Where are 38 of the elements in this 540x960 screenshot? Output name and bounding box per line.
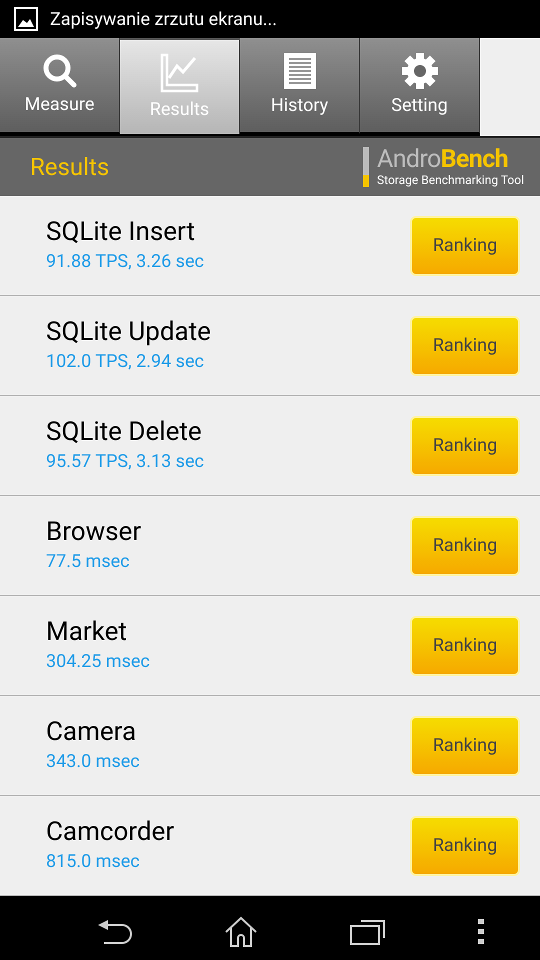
recent-apps-icon[interactable]: [350, 919, 386, 945]
ranking-button[interactable]: Ranking: [410, 616, 520, 676]
document-icon: [282, 52, 316, 90]
notification-text: Zapisywanie zrzutu ekranu...: [50, 8, 277, 32]
tab[interactable]: Measure: [0, 38, 120, 134]
test-name: Market: [46, 616, 128, 648]
ranking-button[interactable]: Ranking: [410, 816, 520, 876]
test-name: SQLite Delete: [46, 416, 203, 448]
home-icon[interactable]: [224, 916, 258, 948]
page-title: Results: [30, 152, 110, 183]
tab[interactable]: Setting: [360, 38, 480, 134]
test-result: 102.0 TPS, 2.94 sec: [46, 350, 205, 374]
logo-bar-icon: [363, 147, 370, 187]
image-icon: [14, 7, 38, 31]
settings-icon: [400, 52, 438, 90]
test-name: Camera: [46, 716, 138, 748]
search-icon: [42, 52, 78, 88]
ranking-button[interactable]: Ranking: [410, 516, 520, 576]
test-name: Browser: [46, 516, 142, 548]
ranking-button[interactable]: Ranking: [410, 316, 520, 376]
logo-text: AndroBench: [377, 147, 509, 172]
test-name: SQLite Insert: [46, 216, 196, 248]
test-result: 815.0 msec: [46, 850, 141, 874]
overflow-menu-icon[interactable]: [478, 919, 484, 945]
test-result: 77.5 msec: [46, 550, 131, 574]
line-chart-icon: [158, 52, 200, 94]
ranking-button[interactable]: Ranking: [410, 416, 520, 476]
test-name: Camcorder: [46, 816, 174, 848]
test-name: SQLite Update: [46, 316, 211, 348]
ranking-button[interactable]: Ranking: [410, 716, 520, 776]
back-icon[interactable]: [96, 919, 132, 945]
test-result: 95.57 TPS, 3.13 sec: [46, 450, 204, 474]
test-result: 91.88 TPS, 3.26 sec: [46, 250, 204, 274]
ranking-button[interactable]: Ranking: [410, 216, 520, 276]
test-result: 343.0 msec: [46, 750, 140, 774]
test-result: 304.25 msec: [46, 650, 150, 674]
tab[interactable]: History: [240, 38, 360, 134]
logo-tagline: Storage Benchmarking Tool: [377, 174, 524, 186]
